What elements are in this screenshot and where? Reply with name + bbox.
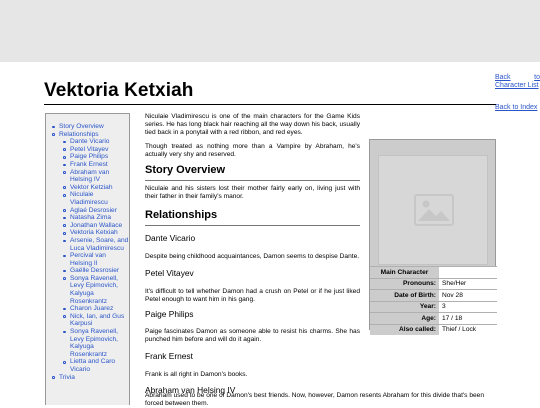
infobox-row-age: Age: 17 / 18: [370, 312, 497, 324]
top-navigation: Back to Character List Back to Index: [495, 74, 540, 112]
infobox-row-pronouns: Pronouns: She/Her: [370, 277, 497, 290]
relationship-text-petel: It's difficult to tell whether Damon had…: [145, 288, 360, 303]
table-of-contents: Story Overview Relationships Dante Vicario…: [45, 113, 130, 405]
title-divider: [44, 104, 496, 105]
infobox-header-value: [439, 266, 497, 278]
infobox-table: Main Character Pronouns: She/Her Date of…: [370, 266, 497, 335]
toc-list: Story Overview Relationships Dante Vicario…: [46, 114, 129, 381]
relationship-heading-petel: Petel Vitayev: [145, 268, 194, 278]
infobox-label: Pronouns:: [370, 277, 439, 290]
toc-subsection-link[interactable]: Vektoria Ketxiah: [50, 229, 129, 237]
intro-paragraph-1: Niculaie Vladimirescu is one of the main…: [145, 113, 360, 136]
relationship-text-dante: Despite being childhood acquaintances, D…: [145, 253, 360, 260]
toc-subsection-link[interactable]: Petel Vitayev: [50, 146, 129, 154]
image-placeholder-icon: [414, 194, 454, 226]
toc-section-link[interactable]: Trivia: [50, 374, 129, 382]
toc-subsection-link[interactable]: Niculaie Vladimirescu: [50, 191, 129, 206]
toc-subsection-link[interactable]: Frank Ernest: [50, 161, 129, 169]
toc-subsection-link[interactable]: Gaëlle Desrosier: [50, 267, 129, 275]
toc-subsection-link[interactable]: Jonathan Wallace: [50, 222, 129, 230]
toc-section-link[interactable]: Relationships: [50, 131, 129, 139]
story-overview-divider: [145, 180, 360, 181]
infobox-label: Date of Birth:: [370, 289, 439, 301]
infobox-value: Thief / Lock: [439, 323, 497, 335]
toc-subsection-link[interactable]: Natasha Zima: [50, 214, 129, 222]
infobox-row-year: Year: 3: [370, 300, 497, 313]
relationships-divider: [145, 225, 360, 226]
toc-section-link[interactable]: Story Overview: [50, 123, 129, 131]
toc-subsection-link[interactable]: Lietta and Caro Vicario: [50, 358, 129, 373]
back-to-index-link[interactable]: Back to Index: [495, 104, 540, 112]
relationship-heading-dante: Dante Vicario: [145, 233, 196, 243]
intro-paragraph-2: Though treated as nothing more than a Va…: [145, 143, 360, 158]
back-to-character-list-link[interactable]: Back to: [495, 74, 540, 82]
infobox-header-label: Main Character: [370, 266, 439, 278]
toc-subsection-link[interactable]: Nick, Ian, and Gus Karpusi: [50, 313, 129, 328]
infobox-label: Year:: [370, 300, 439, 313]
infobox-value: 3: [439, 300, 497, 313]
page-title: Vektoria Ketxiah: [44, 80, 194, 101]
relationship-text-frank: Frank is all right in Damon's books.: [145, 371, 248, 378]
toc-subsection-link[interactable]: Paige Philips: [50, 153, 129, 161]
infobox-row-also-called: Also called: Thief / Lock: [370, 323, 497, 335]
infobox-label: Also called:: [370, 323, 439, 335]
toc-subsection-link[interactable]: Arsenie, Soare, and Luca Vladimirescu: [50, 237, 129, 252]
toc-subsection-link[interactable]: Aglaé Desrosier: [50, 207, 129, 215]
top-banner: [0, 0, 540, 62]
infobox-header-row: Main Character: [370, 266, 497, 278]
toc-subsection-link[interactable]: Sonya Ravenell, Levy Epimovich, Kalyuga …: [50, 328, 129, 358]
infobox-value: She/Her: [439, 277, 497, 290]
relationship-text-paige: Paige fascinates Damon as someone able t…: [145, 328, 360, 343]
relationship-heading-frank: Frank Ernest: [145, 351, 193, 361]
relationship-text-abraham: Abraham used to be one of Damon's best f…: [145, 392, 484, 407]
story-overview-text: Niculaie and his sisters lost their moth…: [145, 185, 360, 200]
toc-subsection-link[interactable]: Vektor Ketziah: [50, 184, 129, 192]
infobox-label: Age:: [370, 312, 439, 324]
story-overview-heading: Story Overview: [145, 164, 226, 176]
character-list-link-text[interactable]: Character List: [495, 82, 540, 90]
infobox-value: 17 / 18: [439, 312, 497, 324]
character-infobox: Main Character Pronouns: She/Her Date of…: [369, 139, 497, 335]
relationships-heading: Relationships: [145, 209, 218, 221]
infobox-value: Nov 28: [439, 289, 497, 301]
character-image: [378, 155, 488, 265]
toc-subsection-link[interactable]: Dante Vicario: [50, 138, 129, 146]
relationship-heading-paige: Paige Philips: [145, 309, 194, 319]
toc-subsection-link[interactable]: Charon Juarez: [50, 305, 129, 313]
toc-subsection-link[interactable]: Sonya Ravenell, Levy Epimovich, Kalyuga …: [50, 275, 129, 305]
toc-subsection-link[interactable]: Percival van Helsing II: [50, 252, 129, 267]
toc-subsection-link[interactable]: Abraham van Helsing IV: [50, 169, 129, 184]
infobox-row-date-of-birth: Date of Birth: Nov 28: [370, 289, 497, 301]
